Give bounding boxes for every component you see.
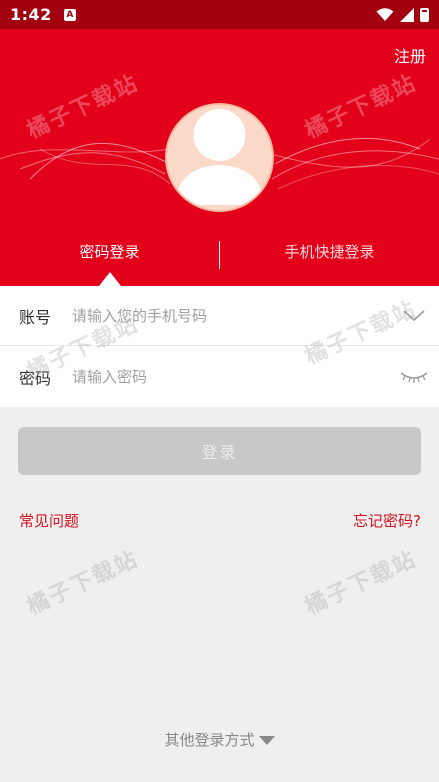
status-time: 1:42 [10, 5, 52, 24]
signal-icon [400, 7, 414, 22]
faq-link[interactable]: 常见问题 [19, 510, 79, 531]
login-form: 账号 密码 [0, 286, 439, 407]
login-header: 注册 密码登录 手机快捷登录 橘子下载站 橘子下载站 [0, 29, 439, 286]
status-icons [376, 7, 429, 22]
watermark: 橘子下载站 [23, 546, 143, 620]
chevron-down-icon [403, 309, 425, 321]
other-login-toggle[interactable]: 其他登录方式 [0, 729, 439, 750]
app-notification-letter: A [66, 9, 74, 20]
tab-phone-login[interactable]: 手机快捷登录 [220, 229, 439, 273]
password-input[interactable] [72, 368, 389, 386]
avatar[interactable] [165, 103, 274, 212]
watermark: 橘子下载站 [301, 546, 421, 620]
account-input[interactable] [72, 306, 389, 325]
password-row: 密码 [0, 347, 439, 407]
app-notification-icon: A [63, 8, 76, 21]
caret-down-icon [258, 736, 275, 745]
login-button[interactable]: 登录 [18, 427, 421, 475]
password-visibility-toggle[interactable] [389, 357, 439, 397]
eye-closed-icon [400, 372, 428, 383]
battery-icon [420, 7, 429, 22]
wifi-icon [376, 7, 394, 21]
other-login-label: 其他登录方式 [164, 731, 255, 749]
status-bar: 1:42 A [0, 0, 439, 29]
tab-password-login[interactable]: 密码登录 [0, 229, 219, 273]
account-row: 账号 [0, 286, 439, 346]
forgot-password-link[interactable]: 忘记密码? [353, 510, 421, 531]
account-dropdown-button[interactable] [389, 296, 439, 336]
user-icon [175, 109, 264, 205]
active-tab-indicator [99, 272, 121, 286]
register-link[interactable]: 注册 [394, 43, 426, 67]
account-label: 账号 [19, 307, 52, 327]
login-tabs: 密码登录 手机快捷登录 [0, 229, 439, 286]
password-label: 密码 [19, 369, 52, 388]
